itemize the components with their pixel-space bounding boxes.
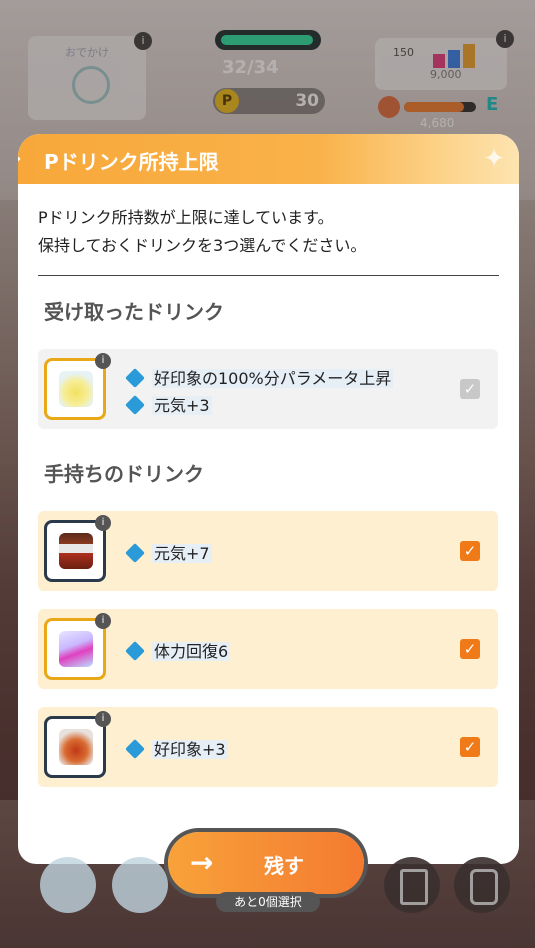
header-arrow-icon: ➜ [18, 149, 21, 168]
bottle-icon [59, 631, 93, 667]
received-heading: 受け取ったドリンク [44, 300, 224, 324]
drink-info-icon[interactable]: i [95, 353, 111, 369]
drink-thumbnail: i [44, 353, 111, 420]
owned-drink-row[interactable]: i 元気+7 ✓ [38, 511, 498, 591]
drink-slot-1[interactable] [40, 857, 96, 913]
arrow-right-icon: → [190, 846, 214, 879]
drink-limit-dialog: ➜ Pドリンク所持上限 ✦ Pドリンク所持数が上限に達しています。 保持しておく… [18, 134, 519, 864]
drink-checkbox[interactable]: ✓ [460, 737, 480, 757]
memo-icon[interactable] [384, 857, 440, 913]
dialog-header: ➜ Pドリンク所持上限 ✦ [18, 134, 519, 184]
keep-label: 残す [264, 854, 304, 878]
dialog-title: Pドリンク所持上限 [44, 150, 219, 174]
effect-icon [125, 395, 145, 415]
drink-info-icon[interactable]: i [95, 711, 111, 727]
message-line-2: 保持しておくドリンクを3つ選んでください。 [38, 236, 367, 255]
owned-drink-row[interactable]: i 好印象+3 ✓ [38, 707, 498, 787]
drink-info-icon[interactable]: i [95, 515, 111, 531]
tea-cup-icon [59, 371, 93, 407]
drink-effect: 元気+7 [125, 540, 212, 564]
keep-button[interactable]: → 残す [168, 832, 364, 894]
message-line-1: Pドリンク所持数が上限に達しています。 [38, 208, 334, 227]
owned-heading: 手持ちのドリンク [44, 462, 204, 486]
tea-cup-icon [59, 729, 93, 765]
drink-thumbnail: i [44, 711, 111, 778]
drink-thumbnail: i [44, 515, 111, 582]
bottle-icon [59, 533, 93, 569]
owned-drink-row[interactable]: i 体力回復6 ✓ [38, 609, 498, 689]
drink-checkbox[interactable]: ✓ [460, 541, 480, 561]
effect-icon [125, 368, 145, 388]
drink-effect: 体力回復6 [125, 638, 231, 662]
sparkle-icon: ✦ [483, 144, 505, 174]
effect-icon [125, 543, 145, 563]
effect-text: 好印象+3 [152, 740, 228, 759]
effect-text: 元気+3 [152, 396, 212, 415]
remaining-count: あと0個選択 [216, 892, 320, 912]
drink-effect: 好印象の100%分パラメータ上昇 [125, 365, 394, 389]
drink-effect: 好印象+3 [125, 736, 228, 760]
divider [38, 275, 499, 276]
effect-text: 体力回復6 [152, 642, 231, 661]
dialog-message: Pドリンク所持数が上限に達しています。 保持しておくドリンクを3つ選んでください… [38, 204, 366, 260]
drink-checkbox[interactable]: ✓ [460, 379, 480, 399]
drink-checkbox[interactable]: ✓ [460, 639, 480, 659]
effect-icon [125, 739, 145, 759]
bag-icon[interactable] [454, 857, 510, 913]
effect-text: 好印象の100%分パラメータ上昇 [152, 369, 394, 388]
received-drink-row[interactable]: i 好印象の100%分パラメータ上昇 元気+3 ✓ [38, 349, 498, 429]
drink-effect: 元気+3 [125, 392, 212, 416]
effect-text: 元気+7 [152, 544, 212, 563]
drink-slot-2[interactable] [112, 857, 168, 913]
effect-icon [125, 641, 145, 661]
drink-info-icon[interactable]: i [95, 613, 111, 629]
drink-thumbnail: i [44, 613, 111, 680]
